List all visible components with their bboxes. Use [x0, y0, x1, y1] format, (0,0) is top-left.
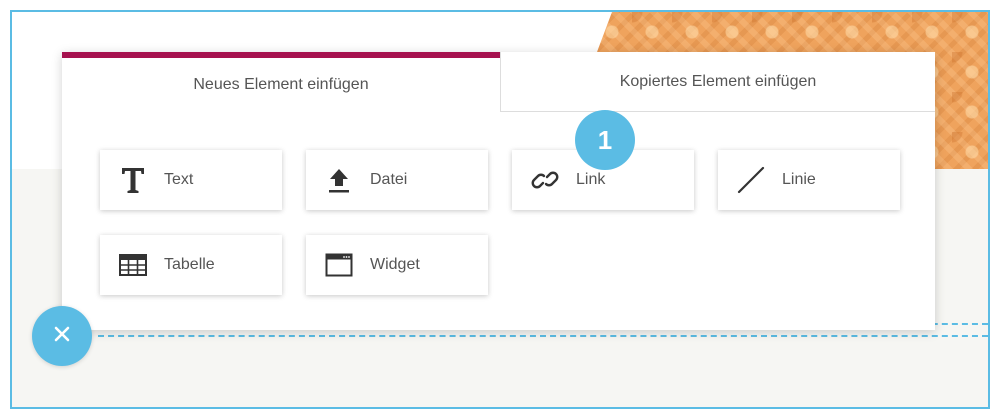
- drop-zone-line-bottom: [98, 335, 988, 337]
- widget-icon: [324, 250, 354, 280]
- tab-new-element-label: Neues Element einfügen: [193, 76, 369, 93]
- insert-element-panel: Neues Element einfügen Kopiertes Element…: [62, 52, 935, 330]
- insert-table-label: Tabelle: [164, 256, 215, 273]
- table-icon: [118, 250, 148, 280]
- tab-copied-element[interactable]: Kopiertes Element einfügen: [500, 52, 935, 112]
- insert-line-label: Linie: [782, 171, 816, 188]
- link-icon: [530, 165, 560, 195]
- text-icon: [118, 165, 148, 195]
- upload-icon: [324, 165, 354, 195]
- close-icon: [53, 325, 71, 348]
- insert-text-button[interactable]: Text: [100, 150, 282, 210]
- insert-text-label: Text: [164, 171, 194, 188]
- step-badge-number: 1: [597, 124, 613, 155]
- insert-line-button[interactable]: Linie: [718, 150, 900, 210]
- insert-link-label: Link: [576, 171, 606, 188]
- tab-new-element[interactable]: Neues Element einfügen: [62, 52, 500, 112]
- editor-frame: Neues Element einfügen Kopiertes Element…: [10, 10, 990, 409]
- step-badge: 1: [575, 110, 635, 170]
- insert-widget-label: Widget: [370, 256, 420, 273]
- insert-file-button[interactable]: Datei: [306, 150, 488, 210]
- tab-copied-element-label: Kopiertes Element einfügen: [619, 72, 817, 90]
- close-button[interactable]: [32, 306, 92, 366]
- insert-table-button[interactable]: Tabelle: [100, 235, 282, 295]
- line-icon: [736, 165, 766, 195]
- insert-widget-button[interactable]: Widget: [306, 235, 488, 295]
- insert-file-label: Datei: [370, 171, 408, 188]
